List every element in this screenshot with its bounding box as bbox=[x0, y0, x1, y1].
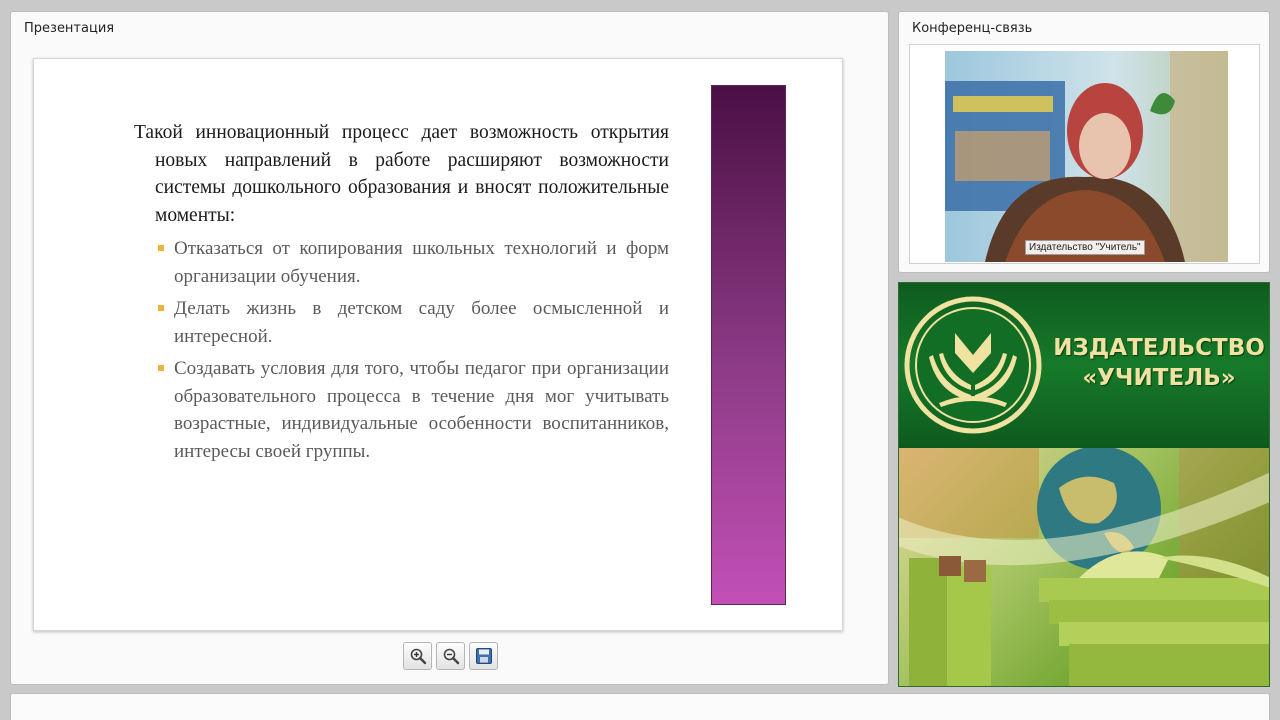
bottom-panel bbox=[10, 693, 1270, 720]
bullet-square-icon bbox=[158, 305, 164, 311]
zoom-out-button[interactable] bbox=[436, 642, 465, 670]
slide-bullet: Отказаться от копирования школьных техно… bbox=[134, 235, 669, 290]
presentation-panel: Презентация Такой инновационный процесс … bbox=[10, 11, 889, 685]
zoom-out-icon bbox=[443, 648, 459, 665]
slide-text: Такой инновационный процесс дает возможн… bbox=[134, 119, 669, 470]
slide-bullet-text: Делать жизнь в детском саду более осмысл… bbox=[174, 298, 669, 347]
banner-books-image bbox=[899, 448, 1269, 686]
slide-intro-text: Такой инновационный процесс дает возможн… bbox=[134, 122, 669, 226]
bullet-square-icon bbox=[158, 365, 164, 371]
slide-bullet: Делать жизнь в детском саду более осмысл… bbox=[134, 295, 669, 350]
save-button[interactable] bbox=[469, 642, 498, 670]
participant-video[interactable]: Издательство "Учитель" bbox=[945, 51, 1228, 262]
save-icon bbox=[475, 648, 492, 664]
webcam-image bbox=[945, 51, 1228, 262]
slide-bullet: Создавать условия для того, чтобы педаго… bbox=[134, 355, 669, 465]
banner-header: ИЗДАТЕЛЬСТВО «УЧИТЕЛЬ» bbox=[899, 283, 1269, 448]
slide-toolbar bbox=[403, 642, 498, 670]
zoom-in-icon bbox=[410, 648, 426, 665]
bullet-square-icon bbox=[158, 245, 164, 251]
publisher-name-line2: «УЧИТЕЛЬ» bbox=[1082, 365, 1236, 391]
zoom-in-button[interactable] bbox=[403, 642, 432, 670]
video-frame: Издательство "Учитель" bbox=[909, 44, 1260, 264]
publisher-name-line1: ИЗДАТЕЛЬСТВО bbox=[1053, 335, 1265, 361]
slide-bullet-text: Отказаться от копирования школьных техно… bbox=[174, 238, 669, 287]
slide-accent-bar bbox=[711, 85, 786, 605]
books-globe-image bbox=[899, 448, 1269, 686]
slide: Такой инновационный процесс дает возможн… bbox=[33, 58, 843, 631]
publisher-name: ИЗДАТЕЛЬСТВО «УЧИТЕЛЬ» bbox=[1049, 333, 1269, 393]
slide-bullet-list: Отказаться от копирования школьных техно… bbox=[134, 235, 669, 465]
publisher-banner: ИЗДАТЕЛЬСТВО «УЧИТЕЛЬ» bbox=[898, 282, 1270, 687]
slide-bullet-text: Создавать условия для того, чтобы педаго… bbox=[174, 358, 669, 462]
presentation-title: Презентация bbox=[24, 21, 115, 36]
publisher-logo-icon bbox=[904, 296, 1042, 434]
conference-panel: Конференц-связь Издательство "Учитель" bbox=[898, 11, 1270, 273]
participant-name-label: Издательство "Учитель" bbox=[1025, 240, 1145, 255]
conference-title: Конференц-связь bbox=[912, 21, 1033, 36]
